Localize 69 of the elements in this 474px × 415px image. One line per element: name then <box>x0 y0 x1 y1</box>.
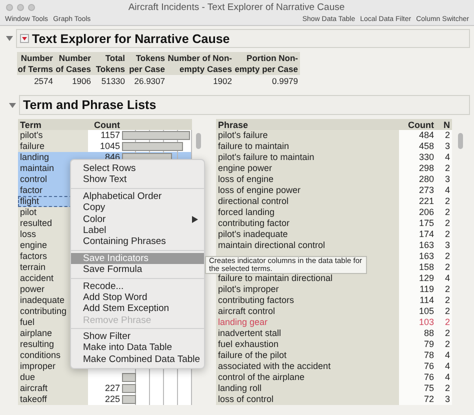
window-title: Aircraft Incidents - Text Explorer of Narrative Cause <box>127 2 346 12</box>
table-cell-text: 2574 <box>33 75 54 86</box>
count-cell: 114 <box>399 295 436 306</box>
report-title: Text Explorer for Narrative Cause <box>32 32 230 46</box>
count-cell: 206 <box>399 207 436 218</box>
count-cell: 88 <box>399 328 436 339</box>
count-cell: 129 <box>399 273 436 284</box>
count-cell: 75 <box>399 383 436 394</box>
n-cell: 2 <box>436 229 452 240</box>
n-cell: 2 <box>436 284 452 295</box>
n-cell: 3 <box>436 240 452 251</box>
count-cell: 227 <box>88 383 122 394</box>
column-header: Number of Non-empty Cases <box>167 52 234 75</box>
count-cell: 458 <box>399 141 436 152</box>
section-title: Term and Phrase Lists <box>23 98 156 112</box>
n-cell: 4 <box>436 185 452 196</box>
n-cell: 4 <box>436 372 452 383</box>
count-cell: 225 <box>88 394 122 405</box>
count-cell: 163 <box>399 240 436 251</box>
count-cell: 105 <box>399 306 436 317</box>
table-cell-text: 0.9979 <box>271 75 299 86</box>
count-cell: 298 <box>399 163 436 174</box>
n-cell: 3 <box>436 394 452 405</box>
count-cell: 119 <box>399 284 436 295</box>
n-cell: 4 <box>436 273 452 284</box>
n-cell: 2 <box>436 251 452 262</box>
count-cell: 273 <box>399 185 436 196</box>
column-header: Portion Non-empty per Case <box>234 52 300 75</box>
count-cell: 76 <box>399 372 436 383</box>
count-cell: 175 <box>399 218 436 229</box>
n-cell: 2 <box>436 207 452 218</box>
count-cell: 280 <box>399 174 436 185</box>
count-cell: 163 <box>399 251 436 262</box>
n-cell: 3 <box>436 141 452 152</box>
count-cell: 76 <box>399 361 436 372</box>
table-cell-text: 1902 <box>212 75 233 86</box>
count-cell: 78 <box>399 350 436 361</box>
n-cell: 2 <box>436 328 452 339</box>
n-cell: 2 <box>436 317 452 328</box>
count-cell: 1157 <box>88 130 122 141</box>
n-cell: 2 <box>436 339 452 350</box>
n-cell: 4 <box>436 152 452 163</box>
n-cell: 2 <box>436 306 452 317</box>
count-cell: 1045 <box>88 141 122 152</box>
column-header: Number of Terms <box>17 52 55 75</box>
n-cell: 2 <box>436 130 452 141</box>
count-cell: 174 <box>399 229 436 240</box>
n-cell: 3 <box>436 174 452 185</box>
n-cell: 2 <box>436 262 452 273</box>
table-cell-text: 1906 <box>71 75 92 86</box>
n-cell: 2 <box>436 218 452 229</box>
count-cell: 221 <box>399 196 436 207</box>
n-cell: 2 <box>436 196 452 207</box>
n-cell: 2 <box>436 163 452 174</box>
count-cell: 484 <box>399 130 436 141</box>
table-cell-text: 26.9307 <box>133 75 166 86</box>
count-cell: 330 <box>399 152 436 163</box>
count-cell: 72 <box>399 394 436 405</box>
count-cell: 79 <box>399 339 436 350</box>
n-cell: 4 <box>436 350 452 361</box>
count-cell: 158 <box>399 262 436 273</box>
column-header: Tokens per Case <box>127 52 167 75</box>
n-cell: 2 <box>436 295 452 306</box>
column-header: Total Tokens <box>93 52 127 75</box>
count-cell: 103 <box>399 317 436 328</box>
n-cell: 2 <box>436 383 452 394</box>
column-header: Number of Cases <box>55 52 93 75</box>
n-cell: 4 <box>436 361 452 372</box>
table-cell-text: 51330 <box>100 75 126 86</box>
